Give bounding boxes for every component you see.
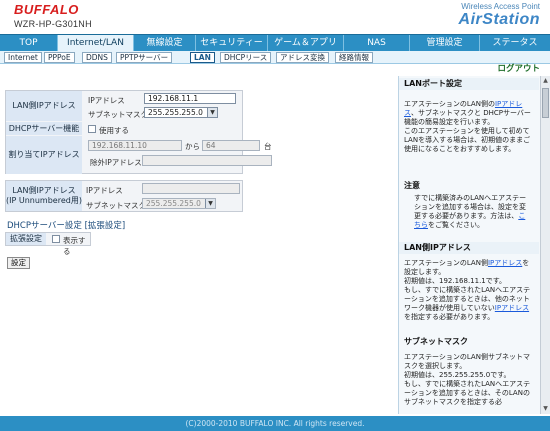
assign-ip-label: 割り当てIPアドレス [6,136,82,174]
main-navigation: TOP Internet/LAN 無線設定 セキュリティー ゲーム＆アプリ NA… [0,34,550,51]
help-text: エアステーションのLAN側の [404,100,495,108]
help-title-subnet-mask: サブネットマスク [404,337,468,346]
unnumbered-mask-value: 255.255.255.0 [146,199,201,208]
help-text: をご覧ください。 [428,221,484,229]
subtab-routing[interactable]: 経路情報 [335,52,373,63]
unnumbered-label-line1: LAN側IPアドレス [12,186,76,195]
unnumbered-card: LAN側IPアドレス (IP Unnumbered用) IPアドレス サブネット… [5,180,243,212]
help-text: 初期値は、255.255.255.0です。 [404,371,511,379]
unnumbered-ip-label: IPアドレス [86,186,123,195]
scroll-thumb[interactable] [542,88,549,118]
subtab-lan[interactable]: LAN [190,52,215,63]
assign-count-input[interactable]: 64 [202,140,260,151]
sub-navigation: Internet PPPoE DDNS PPTPサーバー LAN DHCPリース… [0,51,550,64]
scroll-up-icon[interactable]: ▲ [542,77,549,85]
subtab-nat[interactable]: アドレス変換 [276,52,329,63]
help-link-ip-address[interactable]: IPアドレス [488,259,522,267]
scroll-down-icon[interactable]: ▼ [542,405,549,413]
help-text-lan-port: エアステーションのLAN側のIPアドレス、サブネットマスクと DHCPサーバー機… [404,100,532,154]
tab-top[interactable]: TOP [0,35,58,51]
tab-internet-lan[interactable]: Internet/LAN [58,35,134,51]
tab-nas[interactable]: NAS [344,35,410,51]
subtab-dhcp-lease[interactable]: DHCPリース [220,52,272,63]
help-text: を指定する必要があります。 [404,313,495,321]
help-link-ip-address[interactable]: IPアドレス [495,304,529,312]
exclude-ip-input[interactable] [142,155,272,166]
dhcp-ext-card: 拡張設定 表示する [5,232,91,256]
tab-status[interactable]: ステータス [480,35,550,51]
help-text: エアステーションのLAN側 [404,259,488,267]
help-title-lan-port: LANポート設定 [399,78,539,90]
apply-button[interactable]: 設定 [7,257,30,269]
lan-settings-card: LAN側IPアドレス IPアドレス 192.168.11.1 サブネットマスク … [5,90,272,174]
unnumbered-ip-input[interactable] [142,183,240,194]
help-text: エアステーションのLAN側サブネットマスクを選択します。 [404,353,530,370]
dhcp-use-label: 使用する [99,126,129,135]
dhcp-ext-label: 拡張設定 [6,233,46,245]
help-text-note: すでに構築済みのLANへエアステーションを追加する場合は、設定を変更する必要があ… [414,194,532,230]
help-title-lan-ip: LAN側IPアドレス [399,242,539,254]
copyright-footer: (C)2000-2010 BUFFALO INC. All rights res… [0,416,550,431]
unnumbered-label-line2: (IP Unnumbered用) [6,196,82,205]
dhcp-ext-show-checkbox[interactable] [52,235,60,243]
dhcp-use-checkbox[interactable] [88,125,96,133]
lan-ip-label: LAN側IPアドレス [6,91,82,121]
subnet-mask-label: サブネットマスク [88,110,148,119]
tab-admin[interactable]: 管理設定 [410,35,480,51]
subnet-mask-value: 255.255.255.0 [148,108,203,117]
assign-start-input[interactable]: 192.168.11.10 [88,140,182,151]
help-scrollbar[interactable]: ▲ ▼ [540,76,550,414]
help-title-note: 注意 [404,181,420,190]
brand-logo: BUFFALO [14,2,79,17]
help-text-subnet-mask: エアステーションのLAN側サブネットマスクを選択します。 初期値は、255.25… [404,353,532,407]
subtab-pptp-server[interactable]: PPTPサーバー [116,52,173,63]
main-content: LAN側IPアドレス IPアドレス 192.168.11.1 サブネットマスク … [5,76,395,416]
lan-ip-input[interactable]: 192.168.11.1 [144,93,236,104]
help-panel: LANポート設定 エアステーションのLAN側のIPアドレス、サブネットマスクと … [398,76,540,414]
airstation-logo: AirStation [458,11,540,28]
model-name: WZR-HP-G301NH [14,19,92,29]
product-subtitle: Wireless Access Point [461,2,540,11]
help-text: 初期値は、192.168.11.1です。 [404,277,507,285]
chevron-down-icon: ▼ [205,199,215,208]
subtab-pppoe[interactable]: PPPoE [44,52,75,63]
dhcp-ext-title: DHCPサーバー設定 [拡張設定] [7,221,126,231]
unit-label: 台 [264,142,272,151]
subnet-mask-select[interactable]: 255.255.255.0 ▼ [144,107,218,118]
tab-security[interactable]: セキュリティー [196,35,268,51]
tab-wireless[interactable]: 無線設定 [134,35,196,51]
help-text: 、サブネットマスクと DHCPサーバー機能の簡易設定を行います。 [404,109,531,126]
help-text-lan-ip: エアステーションのLAN側IPアドレスを設定します。 初期値は、192.168.… [404,259,532,322]
unnumbered-label: LAN側IPアドレス (IP Unnumbered用) [6,181,82,211]
tab-game-apps[interactable]: ゲーム＆アプリ [268,35,344,51]
unnumbered-mask-select[interactable]: 255.255.255.0 ▼ [142,198,216,209]
app-header: BUFFALO WZR-HP-G301NH Wireless Access Po… [0,0,550,34]
from-label: から [185,142,200,151]
help-text: すでに構築済みのLANへエアステーションを追加する場合は、設定を変更する必要があ… [414,194,527,220]
ip-address-label: IPアドレス [88,96,125,105]
dhcp-ext-show-label: 表示する [63,236,86,256]
help-text: このエアステーションを使用して初めてLANを導入する場合は、初期値のままご使用に… [404,127,531,153]
exclude-ip-label: 除外IPアドレス: [90,158,145,167]
dhcp-server-label: DHCPサーバー機能 [6,122,82,135]
chevron-down-icon: ▼ [207,108,217,117]
unnumbered-mask-label: サブネットマスク [86,201,146,210]
subtab-internet[interactable]: Internet [4,52,42,63]
help-text: もし、すでに構築されたLANへエアステーションを追加するときは、そのLANのサブ… [404,380,531,406]
subtab-ddns[interactable]: DDNS [82,52,112,63]
logout-link[interactable]: ログアウト [497,62,540,74]
